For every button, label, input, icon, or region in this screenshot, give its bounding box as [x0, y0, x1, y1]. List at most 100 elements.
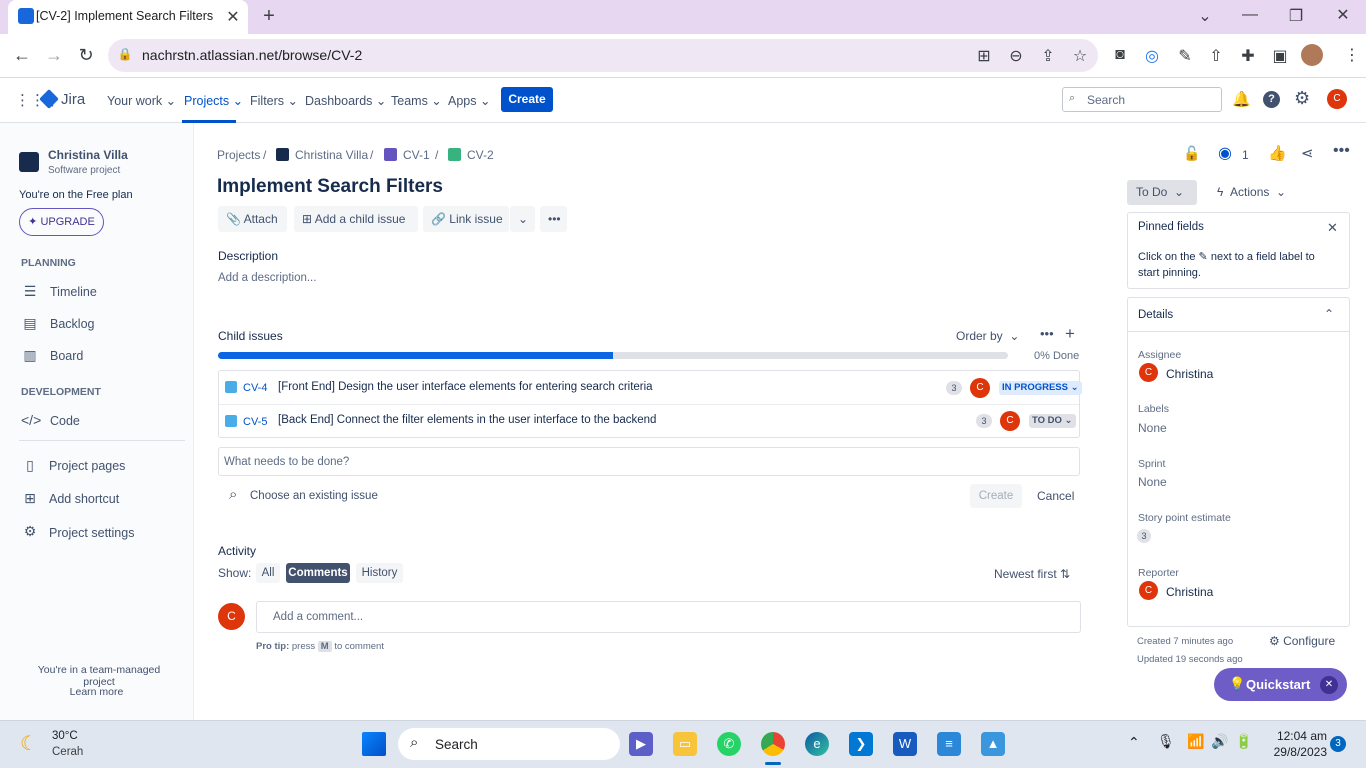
vscode-icon[interactable]: ❯	[849, 732, 873, 756]
filter-all[interactable]: All	[256, 563, 280, 583]
microphone-icon[interactable]: 🎙	[1157, 733, 1175, 750]
cancel-button[interactable]: Cancel	[1037, 489, 1074, 503]
status-badge[interactable]: IN PROGRESS ⌄	[999, 381, 1082, 395]
puzzle-icon[interactable]: ✚	[1237, 46, 1259, 66]
child-summary[interactable]: [Front End] Design the user interface el…	[278, 381, 653, 393]
battery-icon[interactable]: 🔋	[1235, 733, 1252, 750]
reload-icon[interactable]: ↻	[75, 45, 97, 66]
labels-value[interactable]: None	[1138, 421, 1167, 435]
upgrade-button[interactable]: ✦ UPGRADE	[19, 208, 104, 236]
assignee-avatar[interactable]: C	[1000, 411, 1020, 431]
sidebar-item-project-pages[interactable]: Project pages	[49, 459, 125, 473]
create-child-button[interactable]: Create	[970, 484, 1022, 508]
chrome-icon[interactable]	[761, 732, 785, 756]
more-toolbar-icon[interactable]: •••	[540, 206, 567, 232]
sidepanel-icon[interactable]: ▣	[1269, 46, 1291, 66]
pen-extension-icon[interactable]: ✎	[1174, 46, 1196, 66]
edge-icon[interactable]: e	[805, 732, 829, 756]
weather-desc[interactable]: Cerah	[52, 746, 83, 758]
lock-icon[interactable]: 🔓	[1183, 145, 1200, 162]
share-icon[interactable]: ⇪	[1037, 46, 1059, 66]
sidebar-item-code[interactable]: Code	[50, 414, 80, 428]
nav-teams[interactable]: Teams ⌄	[391, 93, 442, 108]
sidebar-item-backlog[interactable]: Backlog	[50, 317, 94, 331]
child-more-icon[interactable]: •••	[1040, 326, 1054, 341]
story-point-value[interactable]: 3	[1137, 529, 1151, 543]
assignee-value[interactable]: Christina	[1166, 367, 1213, 381]
learn-more-link[interactable]: Learn more	[24, 686, 169, 698]
word-icon[interactable]: W	[893, 732, 917, 756]
weather-moon-icon[interactable]: ☾	[20, 731, 38, 756]
camera-icon[interactable]: ◙	[1109, 46, 1131, 64]
reporter-value[interactable]: Christina	[1166, 585, 1213, 599]
nav-projects[interactable]: Projects ⌄	[184, 93, 243, 108]
whatsapp-icon[interactable]: ✆	[717, 732, 741, 756]
extension-circle-icon[interactable]: ◎	[1141, 46, 1163, 66]
clock-date[interactable]: 29/8/2023	[1264, 745, 1327, 759]
issue-title[interactable]: Implement Search Filters	[217, 176, 443, 198]
url-text[interactable]: nachrstn.atlassian.net/browse/CV-2	[142, 47, 362, 63]
volume-icon[interactable]: 🔊	[1211, 733, 1228, 750]
meet-icon[interactable]: ▶	[629, 732, 653, 756]
nav-your-work[interactable]: Your work ⌄	[107, 93, 176, 108]
details-title[interactable]: Details	[1138, 309, 1173, 321]
filter-history[interactable]: History	[356, 563, 403, 583]
upload-extension-icon[interactable]: ⇧	[1205, 46, 1227, 66]
child-key[interactable]: CV-4	[243, 382, 267, 394]
close-window-icon[interactable]: ✕	[1332, 5, 1354, 25]
breadcrumb-projects[interactable]: Projects	[217, 148, 260, 162]
more-actions-icon[interactable]: •••	[1333, 142, 1350, 160]
minimize-icon[interactable]: —	[1239, 6, 1261, 24]
quickstart-button[interactable]: 💡 Quickstart ✕	[1214, 668, 1347, 701]
description-placeholder[interactable]: Add a description...	[218, 272, 316, 284]
wifi-icon[interactable]: 📶	[1187, 733, 1204, 750]
taskbar-search[interactable]	[398, 728, 620, 760]
photos-icon[interactable]: ▲	[981, 732, 1005, 756]
project-name[interactable]: Christina Villa	[48, 148, 128, 162]
add-child-issue-button[interactable]: ⊞ Add a child issue	[294, 206, 418, 232]
chevron-up-icon[interactable]: ⌃	[1324, 307, 1334, 321]
restore-icon[interactable]: ❐	[1285, 6, 1307, 26]
bookmark-star-icon[interactable]: ☆	[1069, 46, 1091, 66]
order-by-button[interactable]: Order by ⌄	[956, 329, 1019, 343]
translate-icon[interactable]: ⊞	[973, 46, 995, 66]
jira-product-name[interactable]: Jira	[61, 91, 85, 108]
back-icon[interactable]: ←	[11, 45, 33, 66]
comment-input[interactable]	[256, 601, 1081, 633]
profile-avatar[interactable]	[1301, 44, 1323, 66]
close-tab-icon[interactable]: ✕	[222, 7, 244, 27]
clock-time[interactable]: 12:04 am	[1271, 729, 1327, 743]
windows-start-icon[interactable]	[362, 732, 386, 756]
help-icon[interactable]: ?	[1263, 91, 1280, 108]
more-vertical-icon[interactable]: ⋮	[1341, 45, 1363, 65]
nav-apps[interactable]: Apps ⌄	[448, 93, 490, 108]
link-dropdown-button[interactable]: ⌄	[510, 206, 535, 232]
sidebar-item-board[interactable]: Board	[50, 349, 83, 363]
child-key[interactable]: CV-5	[243, 416, 267, 428]
chevron-up-icon[interactable]: ⌃	[1128, 734, 1140, 751]
nav-filters[interactable]: Filters ⌄	[250, 93, 298, 108]
notifications-icon[interactable]: 🔔	[1232, 90, 1251, 108]
sidebar-item-timeline[interactable]: Timeline	[50, 285, 97, 299]
chevron-down-icon[interactable]: ⌄	[1194, 6, 1216, 26]
create-button[interactable]: Create	[501, 87, 553, 112]
status-badge[interactable]: TO DO ⌄	[1029, 414, 1076, 428]
sort-newest-button[interactable]: Newest first ⇅	[994, 567, 1070, 581]
settings-gear-icon[interactable]: ⚙	[1294, 88, 1310, 109]
link-issue-button[interactable]: 🔗 Link issue	[423, 206, 509, 232]
file-explorer-icon[interactable]: ▭	[673, 732, 697, 756]
breadcrumb-issue[interactable]: CV-2	[467, 148, 494, 162]
filter-comments[interactable]: Comments	[286, 563, 350, 583]
zoom-icon[interactable]: ⊖	[1005, 46, 1027, 66]
sprint-value[interactable]: None	[1138, 475, 1167, 489]
notepad-icon[interactable]: ≡	[937, 732, 961, 756]
configure-button[interactable]: ⚙ Configure	[1269, 634, 1335, 648]
add-child-plus-icon[interactable]: +	[1065, 324, 1075, 344]
breadcrumb-epic[interactable]: CV-1	[403, 148, 430, 162]
notification-badge[interactable]: 3	[1330, 736, 1346, 752]
new-tab-icon[interactable]: +	[258, 5, 280, 28]
child-summary[interactable]: [Back End] Connect the filter elements i…	[278, 414, 656, 426]
actions-button[interactable]: ϟ Actions ⌄	[1217, 185, 1286, 199]
user-avatar[interactable]: C	[1327, 89, 1347, 109]
close-icon[interactable]: ✕	[1327, 220, 1338, 236]
